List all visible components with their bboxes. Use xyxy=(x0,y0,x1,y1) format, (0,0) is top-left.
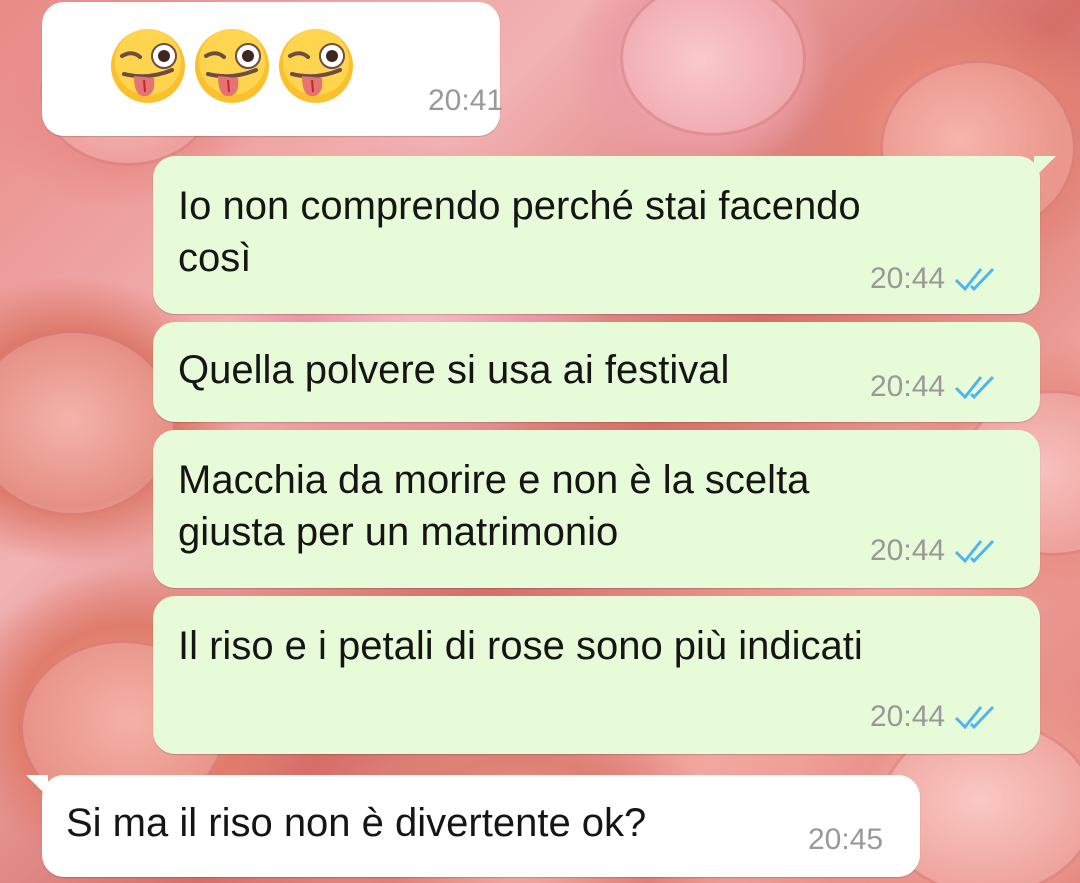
message-line: giusta per un matrimonio xyxy=(178,510,619,554)
message-time: 20:44 xyxy=(870,700,946,733)
bubble-tail xyxy=(26,775,48,797)
message-text: Il riso e i petali di rose sono più indi… xyxy=(178,620,863,672)
message-meta: 20:44 xyxy=(870,370,999,404)
message-time: 20:41 xyxy=(428,84,504,117)
message-text: Si ma il riso non è divertente ok? xyxy=(66,797,646,849)
emoji-row xyxy=(108,26,356,106)
message-text: Io non comprendo perché stai facendo cos… xyxy=(178,180,861,284)
message-time: 20:44 xyxy=(870,262,946,295)
message-meta: 20:41 xyxy=(428,84,503,118)
incoming-message-bubble[interactable]: Si ma il riso non è divertente ok? 20:45 xyxy=(26,775,920,877)
message-text: Quella polvere si usa ai festival xyxy=(178,344,729,396)
message-meta: 20:45 xyxy=(808,823,883,857)
message-time: 20:44 xyxy=(870,370,946,403)
winking-face-with-tongue-icon xyxy=(276,26,356,106)
message-line: Il riso e i petali di rose sono più indi… xyxy=(178,624,863,668)
message-meta: 20:44 xyxy=(870,534,999,568)
outgoing-message-bubble[interactable]: Il riso e i petali di rose sono più indi… xyxy=(153,596,1040,754)
winking-face-with-tongue-icon xyxy=(108,26,188,106)
double-check-icon xyxy=(953,374,999,400)
message-line: Quella polvere si usa ai festival xyxy=(178,348,730,392)
outgoing-message-bubble[interactable]: Macchia da morire e non è la scelta gius… xyxy=(153,430,1040,588)
bubble-tail xyxy=(1034,156,1056,178)
message-list[interactable]: 20:41 Io non comprendo perché stai facen… xyxy=(0,0,1080,883)
message-line: Si ma il riso non è divertente ok? xyxy=(66,801,647,845)
message-line: Io non comprendo perché stai facendo xyxy=(178,184,861,228)
message-time: 20:44 xyxy=(870,534,946,567)
winking-face-with-tongue-icon xyxy=(192,26,272,106)
message-meta: 20:44 xyxy=(870,700,999,734)
message-line: Macchia da morire e non è la scelta xyxy=(178,458,810,502)
message-time: 20:45 xyxy=(808,823,884,856)
message-text: Macchia da morire e non è la scelta gius… xyxy=(178,454,809,558)
incoming-message-bubble[interactable]: 20:41 xyxy=(42,2,503,136)
double-check-icon xyxy=(953,704,999,730)
message-line: così xyxy=(178,236,252,280)
double-check-icon xyxy=(953,538,999,564)
outgoing-message-bubble[interactable]: Quella polvere si usa ai festival 20:44 xyxy=(153,322,1040,422)
outgoing-message-bubble[interactable]: Io non comprendo perché stai facendo cos… xyxy=(153,156,1056,314)
double-check-icon xyxy=(953,266,999,292)
message-meta: 20:44 xyxy=(870,262,999,296)
